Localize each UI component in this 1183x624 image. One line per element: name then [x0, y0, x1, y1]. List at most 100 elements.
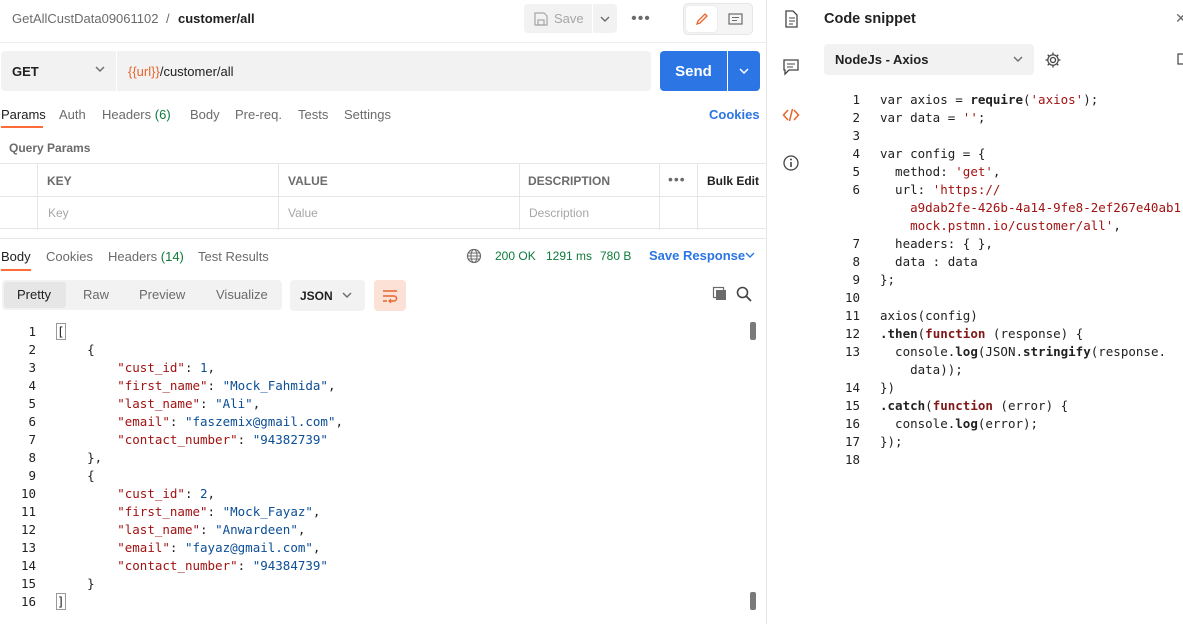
- tab-body[interactable]: Body: [190, 107, 220, 122]
- comment-mode-button[interactable]: [720, 6, 751, 32]
- gear-icon[interactable]: [1044, 51, 1062, 69]
- line-number: 10: [844, 290, 860, 305]
- line-number: 9: [852, 272, 860, 287]
- line-number: 3: [852, 128, 860, 143]
- line-number: 1: [852, 92, 860, 107]
- tab-response-body[interactable]: Body: [1, 249, 31, 264]
- url-variable: {{url}}: [128, 63, 160, 79]
- param-description-input[interactable]: Description: [529, 206, 589, 220]
- send-options-button[interactable]: [728, 51, 760, 91]
- column-header-description: DESCRIPTION: [528, 174, 611, 188]
- tab-response-headers[interactable]: Headers (14): [108, 249, 184, 264]
- scroll-marker[interactable]: [750, 592, 756, 610]
- save-response-button[interactable]: Save Response: [649, 248, 745, 263]
- globe-icon[interactable]: [466, 248, 482, 264]
- status-code[interactable]: 200 OK: [495, 249, 536, 263]
- save-options-button[interactable]: [593, 4, 617, 33]
- response-size[interactable]: 780 B: [600, 249, 631, 263]
- active-tab-indicator: [1, 269, 31, 271]
- format-preview[interactable]: Preview: [139, 287, 185, 302]
- breadcrumb-separator: /: [166, 11, 170, 26]
- response-body-viewer[interactable]: 1 2 3 4 5 6 7 8 9 10 11 12 13 14 15 16 […: [0, 321, 760, 621]
- code-line: "cust_id": 1,: [117, 360, 216, 375]
- line-number: 8: [852, 254, 860, 269]
- wrap-lines-button[interactable]: [374, 280, 406, 311]
- tab-params[interactable]: Params: [1, 107, 46, 122]
- snippet-language-select[interactable]: NodeJs - Axios: [824, 44, 1034, 75]
- tab-auth[interactable]: Auth: [59, 107, 86, 122]
- code-line: console.log(error);: [880, 416, 1039, 431]
- ellipsis-icon: •••: [631, 10, 651, 27]
- chevron-down-icon: [739, 68, 749, 74]
- active-tab-indicator: [1, 126, 43, 128]
- line-number: 5: [852, 164, 860, 179]
- copy-icon[interactable]: [712, 286, 728, 302]
- code-line: [: [56, 323, 66, 340]
- format-visualize[interactable]: Visualize: [216, 287, 268, 302]
- bulk-edit-button[interactable]: Bulk Edit: [707, 174, 759, 188]
- tab-headers[interactable]: Headers (6): [102, 107, 171, 122]
- code-line: mock.pstmn.io/customer/all',: [910, 218, 1121, 233]
- edit-mode-button[interactable]: [686, 6, 717, 32]
- cookies-link[interactable]: Cookies: [709, 107, 760, 122]
- code-line: .catch(function (error) {: [880, 398, 1069, 413]
- tab-response-headers-label: Headers: [108, 249, 158, 264]
- divider: [37, 164, 38, 230]
- format-raw[interactable]: Raw: [83, 287, 109, 302]
- code-line: a9dab2fe-426b-4a14-9fe8-2ef267e40ab1.: [910, 200, 1183, 215]
- more-actions-button[interactable]: •••: [630, 8, 652, 30]
- line-number: 2: [28, 342, 36, 357]
- column-header-key: KEY: [47, 174, 72, 188]
- info-icon[interactable]: [782, 154, 800, 172]
- save-button[interactable]: Save: [524, 4, 592, 33]
- code-line: {: [57, 342, 95, 357]
- code-line: "email": "faszemix@gmail.com",: [117, 414, 344, 429]
- send-button[interactable]: Send: [660, 51, 727, 91]
- tab-settings[interactable]: Settings: [344, 107, 391, 122]
- code-line: var config = {: [880, 146, 986, 161]
- line-number: 17: [844, 434, 860, 449]
- scroll-marker[interactable]: [750, 322, 756, 340]
- tab-headers-label: Headers: [102, 107, 152, 122]
- copy-icon[interactable]: [1176, 52, 1183, 66]
- chevron-down-icon[interactable]: [745, 252, 755, 258]
- comment-icon[interactable]: [782, 58, 800, 76]
- chevron-down-icon[interactable]: [95, 66, 105, 72]
- chevron-down-icon[interactable]: [342, 292, 352, 298]
- code-line: {: [57, 468, 95, 483]
- column-options-button[interactable]: •••: [668, 171, 686, 187]
- comment-icon: [728, 12, 743, 25]
- line-number: 8: [28, 450, 36, 465]
- breadcrumb-collection[interactable]: GetAllCustData09061102: [12, 11, 158, 26]
- search-icon[interactable]: [736, 286, 752, 302]
- code-line: }: [57, 576, 95, 591]
- line-number: 7: [852, 236, 860, 251]
- line-number: 16: [20, 594, 36, 609]
- code-line: "cust_id": 2,: [117, 486, 216, 501]
- url-input[interactable]: {{url}}/customer/all: [117, 51, 651, 91]
- format-pretty[interactable]: Pretty: [17, 287, 51, 302]
- close-icon[interactable]: ✕: [1175, 10, 1183, 27]
- divider: [0, 238, 767, 239]
- line-number: 13: [844, 344, 860, 359]
- divider: [0, 196, 767, 197]
- tab-response-cookies[interactable]: Cookies: [46, 249, 93, 264]
- line-number: 1: [28, 324, 36, 339]
- chevron-down-icon[interactable]: [1013, 56, 1023, 62]
- line-number: 16: [844, 416, 860, 431]
- url-path: /customer/all: [159, 63, 234, 79]
- breadcrumb-request[interactable]: customer/all: [178, 11, 255, 26]
- response-time[interactable]: 1291 ms: [546, 249, 592, 263]
- line-number: 14: [844, 380, 860, 395]
- tab-test-results[interactable]: Test Results: [198, 249, 269, 264]
- param-key-input[interactable]: Key: [48, 206, 69, 220]
- tab-tests[interactable]: Tests: [298, 107, 328, 122]
- code-line: "contact_number": "94384739": [117, 558, 328, 573]
- code-icon[interactable]: [782, 106, 800, 124]
- mode-toggle: [683, 3, 753, 35]
- document-icon[interactable]: [782, 10, 800, 28]
- param-value-input[interactable]: Value: [288, 206, 318, 220]
- tab-prereq[interactable]: Pre-req.: [235, 107, 282, 122]
- language-select[interactable]: JSON: [290, 280, 365, 311]
- wrap-icon: [383, 289, 398, 303]
